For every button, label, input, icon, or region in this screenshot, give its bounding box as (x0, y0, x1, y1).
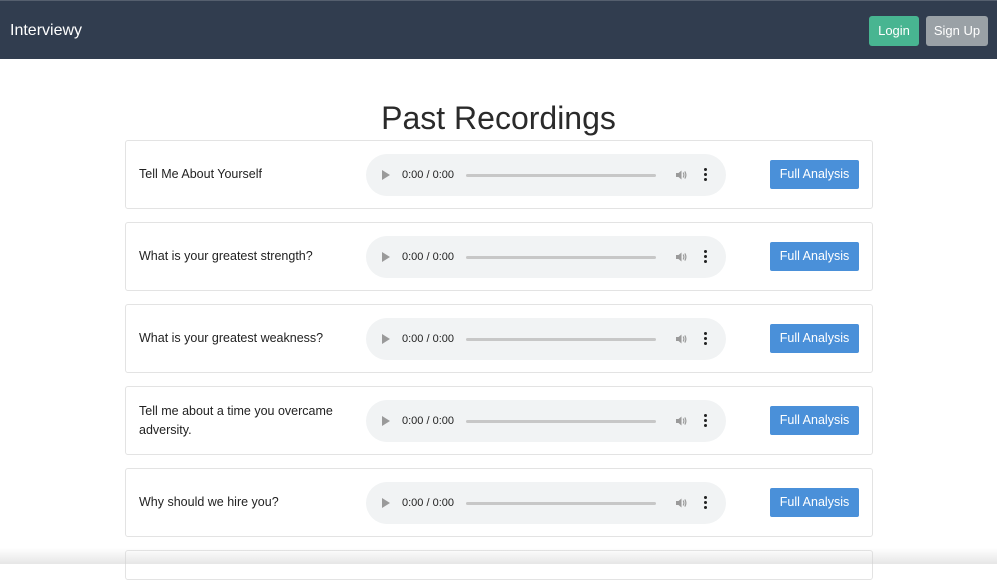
audio-progress-track[interactable] (466, 174, 656, 177)
more-vertical-icon[interactable] (702, 413, 708, 429)
recording-row: Why should we hire you? 0:00 / 0:00 Full… (125, 468, 873, 537)
login-button[interactable]: Login (869, 16, 919, 46)
play-icon[interactable] (382, 416, 390, 426)
full-analysis-button[interactable]: Full Analysis (770, 160, 859, 189)
bottom-shadow (0, 548, 997, 564)
volume-icon[interactable] (674, 414, 688, 428)
recording-question: Why should we hire you? (139, 495, 279, 509)
recording-question: What is your greatest strength? (139, 249, 313, 263)
audio-progress-track[interactable] (466, 256, 656, 259)
play-icon[interactable] (382, 334, 390, 344)
recording-question: Tell me about a time you overcame advers… (139, 403, 333, 437)
more-vertical-icon[interactable] (702, 167, 708, 183)
recordings-list: Tell Me About Yourself 0:00 / 0:00 Full … (125, 140, 873, 580)
play-icon[interactable] (382, 498, 390, 508)
play-icon[interactable] (382, 252, 390, 262)
audio-time: 0:00 / 0:00 (402, 251, 454, 263)
top-navbar: Interviewy Login Sign Up (0, 0, 997, 59)
audio-time: 0:00 / 0:00 (402, 497, 454, 509)
full-analysis-button[interactable]: Full Analysis (770, 242, 859, 271)
volume-icon[interactable] (674, 168, 688, 182)
brand-logo[interactable]: Interviewy (10, 21, 82, 41)
play-icon[interactable] (382, 170, 390, 180)
recording-row: What is your greatest strength? 0:00 / 0… (125, 222, 873, 291)
audio-progress-track[interactable] (466, 338, 656, 341)
audio-player[interactable]: 0:00 / 0:00 (366, 154, 726, 196)
full-analysis-button[interactable]: Full Analysis (770, 406, 859, 435)
audio-player[interactable]: 0:00 / 0:00 (366, 400, 726, 442)
recording-question: Tell Me About Yourself (139, 167, 262, 181)
audio-time: 0:00 / 0:00 (402, 415, 454, 427)
more-vertical-icon[interactable] (702, 331, 708, 347)
volume-icon[interactable] (674, 250, 688, 264)
volume-icon[interactable] (674, 332, 688, 346)
volume-icon[interactable] (674, 496, 688, 510)
recording-question: What is your greatest weakness? (139, 331, 324, 345)
more-vertical-icon[interactable] (702, 249, 708, 265)
audio-time: 0:00 / 0:00 (402, 333, 454, 345)
recording-row: Tell Me About Yourself 0:00 / 0:00 Full … (125, 140, 873, 209)
page-title: Past Recordings (381, 100, 616, 137)
signup-button[interactable]: Sign Up (926, 16, 988, 46)
audio-progress-track[interactable] (466, 502, 656, 505)
audio-player[interactable]: 0:00 / 0:00 (366, 482, 726, 524)
full-analysis-button[interactable]: Full Analysis (770, 488, 859, 517)
audio-progress-track[interactable] (466, 420, 656, 423)
recording-row: What is your greatest weakness? 0:00 / 0… (125, 304, 873, 373)
full-analysis-button[interactable]: Full Analysis (770, 324, 859, 353)
audio-time: 0:00 / 0:00 (402, 169, 454, 181)
recording-row: Tell me about a time you overcame advers… (125, 386, 873, 455)
audio-player[interactable]: 0:00 / 0:00 (366, 318, 726, 360)
more-vertical-icon[interactable] (702, 495, 708, 511)
audio-player[interactable]: 0:00 / 0:00 (366, 236, 726, 278)
